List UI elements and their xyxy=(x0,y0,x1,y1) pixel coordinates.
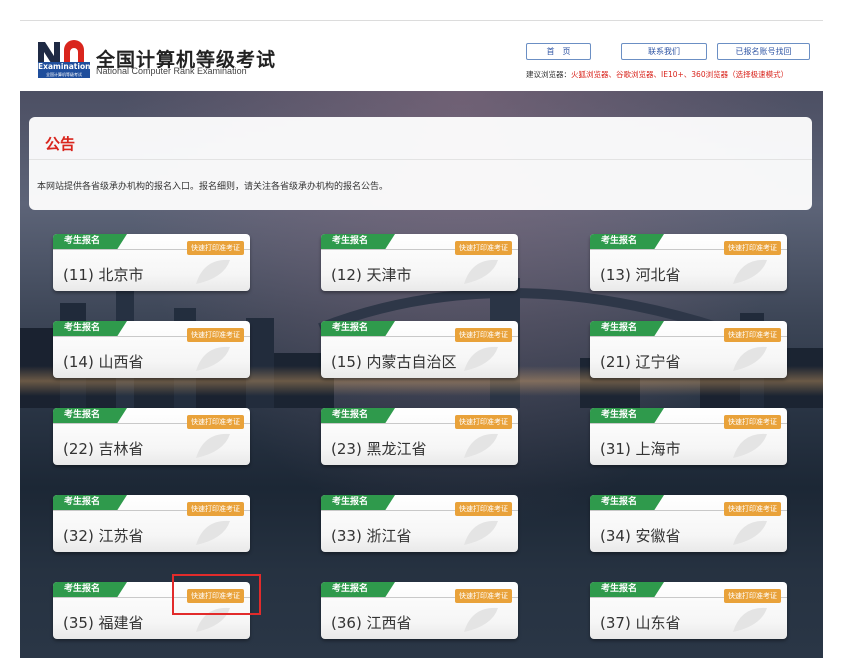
ncre-logo-icon: Examination 全国计算机等级考试 xyxy=(38,40,90,80)
province-card[interactable]: 考生报名 快速打印准考证 (36) 江西省 xyxy=(321,582,518,639)
quick-print-button[interactable]: 快速打印准考证 xyxy=(724,328,781,342)
quick-print-button[interactable]: 快速打印准考证 xyxy=(724,241,781,255)
register-tag: 考生报名 xyxy=(53,495,127,510)
leaf-decoration-icon xyxy=(196,520,230,545)
browser-hint: 建议浏览器：火狐浏览器、谷歌浏览器、IE10+、360浏览器（选择极速模式） xyxy=(526,69,788,80)
logo-exam-text: Examination xyxy=(38,62,91,72)
browser-hint-prefix: 建议浏览器： xyxy=(526,70,571,79)
province-name: (33) 浙江省 xyxy=(331,527,412,545)
quick-print-button[interactable]: 快速打印准考证 xyxy=(455,241,512,255)
register-tag: 考生报名 xyxy=(590,234,664,249)
notice-text: 本网站提供各省级承办机构的报名入口。报名细则，请关注各省级承办机构的报名公告。 xyxy=(37,182,389,192)
province-name: (23) 黑龙江省 xyxy=(331,440,427,458)
province-card[interactable]: 考生报名 快速打印准考证 (12) 天津市 xyxy=(321,234,518,291)
quick-print-button[interactable]: 快速打印准考证 xyxy=(187,502,244,516)
register-tag: 考生报名 xyxy=(590,321,664,336)
browser-hint-list: 火狐浏览器、谷歌浏览器、IE10+、360浏览器（选择极速模式） xyxy=(571,70,789,79)
notice-panel: 公告 本网站提供各省级承办机构的报名入口。报名细则，请关注各省级承办机构的报名公… xyxy=(29,117,812,210)
province-name: (12) 天津市 xyxy=(331,266,412,284)
register-tag: 考生报名 xyxy=(321,321,395,336)
province-name: (22) 吉林省 xyxy=(63,440,144,458)
leaf-decoration-icon xyxy=(464,346,498,371)
province-card[interactable]: 考生报名 快速打印准考证 (21) 辽宁省 xyxy=(590,321,787,378)
register-tag: 考生报名 xyxy=(590,408,664,423)
notice-divider xyxy=(29,159,812,160)
quick-print-button[interactable]: 快速打印准考证 xyxy=(187,241,244,255)
province-name: (14) 山西省 xyxy=(63,353,144,371)
register-tag: 考生报名 xyxy=(321,408,395,423)
leaf-decoration-icon xyxy=(464,433,498,458)
province-card[interactable]: 考生报名 快速打印准考证 (14) 山西省 xyxy=(53,321,250,378)
leaf-decoration-icon xyxy=(733,520,767,545)
register-tag: 考生报名 xyxy=(590,582,664,597)
province-card[interactable]: 考生报名 快速打印准考证 (31) 上海市 xyxy=(590,408,787,465)
province-card[interactable]: 考生报名 快速打印准考证 (23) 黑龙江省 xyxy=(321,408,518,465)
register-tag: 考生报名 xyxy=(53,408,127,423)
leaf-decoration-icon xyxy=(196,346,230,371)
quick-print-button[interactable]: 快速打印准考证 xyxy=(724,415,781,429)
account-recover-button[interactable]: 已报名账号找回 xyxy=(717,43,810,60)
province-name: (31) 上海市 xyxy=(600,440,681,458)
province-card[interactable]: 考生报名 快速打印准考证 (33) 浙江省 xyxy=(321,495,518,552)
quick-print-button[interactable]: 快速打印准考证 xyxy=(455,589,512,603)
logo-exam-subtext: 全国计算机等级考试 xyxy=(38,72,90,78)
leaf-decoration-icon xyxy=(733,433,767,458)
register-tag: 考生报名 xyxy=(53,234,127,249)
province-card[interactable]: 考生报名 快速打印准考证 (22) 吉林省 xyxy=(53,408,250,465)
province-card[interactable]: 考生报名 快速打印准考证 (15) 内蒙古自治区 xyxy=(321,321,518,378)
province-card[interactable]: 考生报名 快速打印准考证 (13) 河北省 xyxy=(590,234,787,291)
highlight-box xyxy=(172,574,261,615)
province-card[interactable]: 考生报名 快速打印准考证 (32) 江苏省 xyxy=(53,495,250,552)
home-button[interactable]: 首 页 xyxy=(526,43,591,60)
notice-title: 公告 xyxy=(45,135,76,153)
province-name: (34) 安徽省 xyxy=(600,527,681,545)
site-header: Examination 全国计算机等级考试 全国计算机等级考试 National… xyxy=(20,21,823,91)
quick-print-button[interactable]: 快速打印准考证 xyxy=(724,502,781,516)
leaf-decoration-icon xyxy=(733,259,767,284)
register-tag: 考生报名 xyxy=(321,582,395,597)
leaf-decoration-icon xyxy=(196,259,230,284)
leaf-decoration-icon xyxy=(464,520,498,545)
register-tag: 考生报名 xyxy=(590,495,664,510)
register-tag: 考生报名 xyxy=(53,582,127,597)
province-name: (21) 辽宁省 xyxy=(600,353,681,371)
leaf-decoration-icon xyxy=(733,607,767,632)
quick-print-button[interactable]: 快速打印准考证 xyxy=(187,328,244,342)
contact-us-button[interactable]: 联系我们 xyxy=(621,43,707,60)
leaf-decoration-icon xyxy=(464,607,498,632)
province-name: (11) 北京市 xyxy=(63,266,144,284)
leaf-decoration-icon xyxy=(464,259,498,284)
quick-print-button[interactable]: 快速打印准考证 xyxy=(724,589,781,603)
province-card[interactable]: 考生报名 快速打印准考证 (37) 山东省 xyxy=(590,582,787,639)
province-name: (37) 山东省 xyxy=(600,614,681,632)
register-tag: 考生报名 xyxy=(321,234,395,249)
province-name: (13) 河北省 xyxy=(600,266,681,284)
province-card[interactable]: 考生报名 快速打印准考证 (11) 北京市 xyxy=(53,234,250,291)
province-name: (15) 内蒙古自治区 xyxy=(331,353,457,371)
register-tag: 考生报名 xyxy=(321,495,395,510)
register-tag: 考生报名 xyxy=(53,321,127,336)
leaf-decoration-icon xyxy=(733,346,767,371)
province-card[interactable]: 考生报名 快速打印准考证 (34) 安徽省 xyxy=(590,495,787,552)
leaf-decoration-icon xyxy=(196,433,230,458)
province-name: (36) 江西省 xyxy=(331,614,412,632)
quick-print-button[interactable]: 快速打印准考证 xyxy=(455,328,512,342)
quick-print-button[interactable]: 快速打印准考证 xyxy=(455,415,512,429)
province-name: (32) 江苏省 xyxy=(63,527,144,545)
quick-print-button[interactable]: 快速打印准考证 xyxy=(187,415,244,429)
province-name: (35) 福建省 xyxy=(63,614,144,632)
site-subtitle: National Computer Rank Examination xyxy=(96,66,247,76)
quick-print-button[interactable]: 快速打印准考证 xyxy=(455,502,512,516)
